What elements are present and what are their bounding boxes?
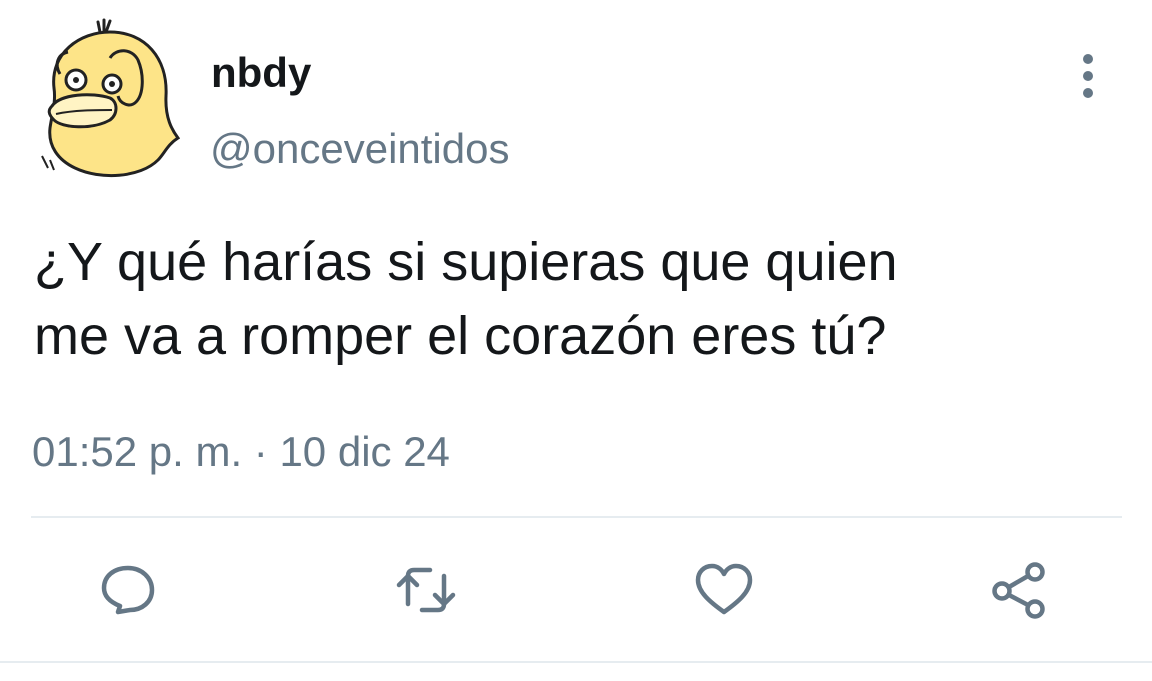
- divider: [31, 516, 1122, 518]
- vertical-dots-icon: [1083, 54, 1093, 98]
- reply-button[interactable]: [96, 558, 160, 622]
- like-button[interactable]: [692, 558, 756, 622]
- share-button[interactable]: [988, 558, 1052, 622]
- tweet-card: nbdy @onceveintidos ¿Y qué harías si sup…: [0, 0, 1152, 681]
- tweet-text: ¿Y qué harías si supieras que quien me v…: [34, 232, 898, 366]
- more-options-button[interactable]: [1066, 50, 1110, 102]
- display-name[interactable]: nbdy: [211, 45, 311, 101]
- retweet-button[interactable]: [394, 558, 458, 622]
- retweet-icon: [396, 567, 456, 613]
- avatar[interactable]: [40, 18, 181, 183]
- reply-icon: [101, 565, 155, 615]
- username-handle[interactable]: @onceveintidos: [210, 121, 509, 177]
- tweet-timestamp[interactable]: 01:52 p. m. · 10 dic 24: [32, 424, 450, 480]
- heart-icon: [695, 563, 753, 615]
- share-icon: [992, 562, 1045, 619]
- bottom-divider: [0, 661, 1152, 663]
- duck-avatar-icon: [41, 18, 181, 178]
